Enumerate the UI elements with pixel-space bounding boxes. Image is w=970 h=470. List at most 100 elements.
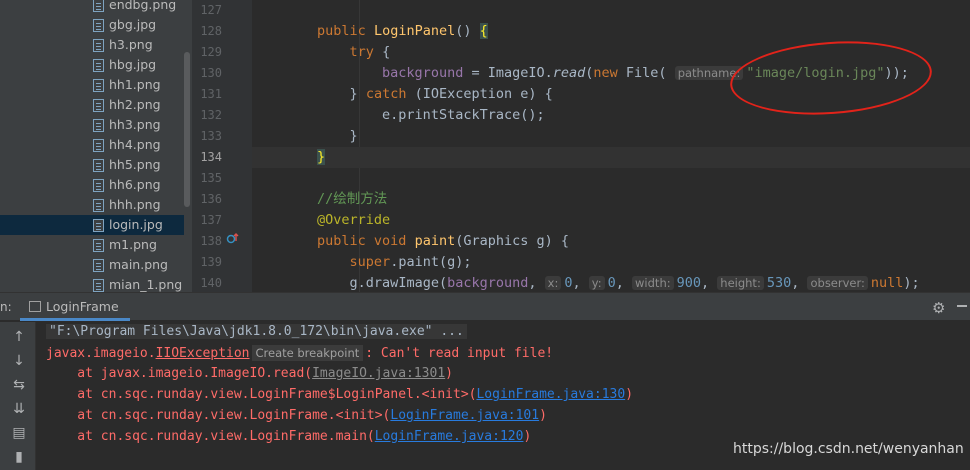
- run-toolbar: ↑ ↓ ⇆ ⇊ ▤ ▮: [0, 322, 36, 470]
- override-method-icon[interactable]: [226, 232, 240, 246]
- tree-item[interactable]: gbg.jpg: [0, 15, 184, 35]
- line-number: 139: [200, 255, 222, 269]
- stack-trace-line: at cn.sqc.runday.view.LoginFrame.<init>(…: [46, 408, 547, 423]
- source-link[interactable]: LoginFrame.java:130: [476, 387, 625, 402]
- tree-item-label: h3.png: [109, 37, 153, 52]
- application-icon: [29, 301, 41, 312]
- exception-link[interactable]: IIOException: [156, 346, 250, 361]
- code-line: @Override: [317, 212, 391, 228]
- run-panel-header: n: LoginFrame ⚙: [0, 293, 970, 321]
- line-number: 127: [200, 3, 222, 17]
- tree-item-label: gbg.jpg: [109, 17, 157, 32]
- source-link[interactable]: LoginFrame.java:120: [375, 429, 524, 444]
- arrow-up-icon[interactable]: ↑: [10, 328, 28, 346]
- tree-item[interactable]: mian_1.png: [0, 275, 184, 292]
- tree-item-label: endbg.png: [109, 0, 177, 12]
- tree-item[interactable]: hh1.png: [0, 75, 184, 95]
- tree-scrollbar[interactable]: [184, 52, 190, 207]
- image-file-icon: [93, 39, 104, 52]
- stack-trace-line: at cn.sqc.runday.view.LoginFrame.main(Lo…: [46, 429, 532, 444]
- command-line[interactable]: "F:\Program Files\Java\jdk1.8.0_172\bin\…: [46, 324, 467, 339]
- soft-wrap-icon[interactable]: ⇆: [10, 376, 28, 394]
- run-tab[interactable]: LoginFrame: [20, 293, 130, 321]
- console-line: "F:\Program Files\Java\jdk1.8.0_172\bin\…: [46, 322, 467, 342]
- clear-icon[interactable]: ▮: [10, 448, 28, 466]
- code-line: g.drawImage(background, x: 0, y: 0, width:…: [349, 275, 920, 291]
- image-file-icon: [93, 0, 104, 12]
- tree-item[interactable]: hh6.png: [0, 175, 184, 195]
- tree-item-label: hh6.png: [109, 177, 161, 192]
- line-number: 140: [200, 276, 222, 290]
- image-file-icon: [93, 239, 104, 252]
- line-number: 130: [200, 66, 222, 80]
- source-link[interactable]: ImageIO.java:1301: [312, 366, 445, 381]
- image-file-icon: [93, 279, 104, 292]
- line-number: 138: [200, 234, 222, 248]
- line-number: 129: [200, 45, 222, 59]
- gear-icon[interactable]: ⚙: [932, 299, 945, 317]
- tree-item-label: login.jpg: [109, 217, 163, 232]
- arrow-down-icon[interactable]: ↓: [10, 352, 28, 370]
- code-line-current: }: [252, 147, 970, 168]
- tree-item[interactable]: hh3.png: [0, 115, 184, 135]
- tree-item[interactable]: h3.png: [0, 35, 184, 55]
- create-breakpoint-button[interactable]: Create breakpoint: [251, 345, 364, 361]
- image-file-icon: [93, 139, 104, 152]
- line-number: 132: [200, 108, 222, 122]
- image-file-icon: [93, 219, 104, 232]
- image-file-icon: [93, 79, 104, 92]
- code-line: public void paint(Graphics g) {: [317, 233, 570, 249]
- line-number: 137: [200, 213, 222, 227]
- tree-item-label: hh5.png: [109, 157, 161, 172]
- image-file-icon: [93, 259, 104, 272]
- tree-item[interactable]: hhh.png: [0, 195, 184, 215]
- console-line: javax.imageio.IIOException Create breakpo…: [46, 345, 554, 361]
- tree-item-label: hh3.png: [109, 117, 161, 132]
- tree-item-label: mian_1.png: [109, 277, 183, 292]
- tree-item[interactable]: hh4.png: [0, 135, 184, 155]
- image-file-icon: [93, 59, 104, 72]
- run-tab-label: LoginFrame: [46, 299, 119, 314]
- editor-gutter: 127 128 129 130 131 132 133 134 135 136 …: [192, 0, 261, 292]
- stack-trace-line: at cn.sqc.runday.view.LoginFrame$LoginPa…: [46, 387, 634, 402]
- line-number: 128: [200, 24, 222, 38]
- code-line: public LoginPanel() {: [317, 23, 488, 39]
- tree-item-label: m1.png: [109, 237, 157, 252]
- tree-item[interactable]: hh5.png: [0, 155, 184, 175]
- tree-item-label: hh4.png: [109, 137, 161, 152]
- line-number: 135: [200, 171, 222, 185]
- param-hint: observer:: [807, 276, 868, 290]
- minimize-icon[interactable]: [957, 305, 967, 307]
- image-file-icon: [93, 199, 104, 212]
- stack-trace-line: at javax.imageio.ImageIO.read(ImageIO.ja…: [46, 366, 453, 381]
- tree-item[interactable]: m1.png: [0, 235, 184, 255]
- image-file-icon: [93, 19, 104, 32]
- run-panel-title: n:: [0, 300, 12, 314]
- scroll-to-end-icon[interactable]: ⇊: [10, 400, 28, 418]
- param-hint: height:: [717, 276, 764, 290]
- image-file-icon: [93, 99, 104, 112]
- tree-item-label: hhh.png: [109, 197, 161, 212]
- tree-item-label: hbg.jpg: [109, 57, 157, 72]
- tree-item[interactable]: hh2.png: [0, 95, 184, 115]
- param-hint: width:: [632, 276, 674, 290]
- watermark: https://blog.csdn.net/wenyanhan: [733, 441, 964, 457]
- image-file-icon: [93, 119, 104, 132]
- tree-item-label: hh1.png: [109, 77, 161, 92]
- tree-item[interactable]: main.png: [0, 255, 184, 275]
- line-number: 136: [200, 192, 222, 206]
- tree-item-label: main.png: [109, 257, 168, 272]
- print-icon[interactable]: ▤: [10, 424, 28, 442]
- tree-item[interactable]: endbg.png: [0, 0, 184, 15]
- image-file-icon: [93, 179, 104, 192]
- source-link[interactable]: LoginFrame.java:101: [390, 408, 539, 423]
- param-hint: y:: [588, 276, 605, 290]
- tree-item[interactable]: hbg.jpg: [0, 55, 184, 75]
- tree-item-selected[interactable]: login.jpg: [0, 215, 184, 235]
- project-tree[interactable]: endbg.png gbg.jpg h3.png hbg.jpg hh1.png…: [0, 0, 192, 292]
- tree-item-label: hh2.png: [109, 97, 161, 112]
- code-line: }: [349, 128, 358, 144]
- line-number-current: 134: [200, 150, 222, 164]
- line-number: 133: [200, 129, 222, 143]
- code-line: super.paint(g);: [349, 254, 472, 270]
